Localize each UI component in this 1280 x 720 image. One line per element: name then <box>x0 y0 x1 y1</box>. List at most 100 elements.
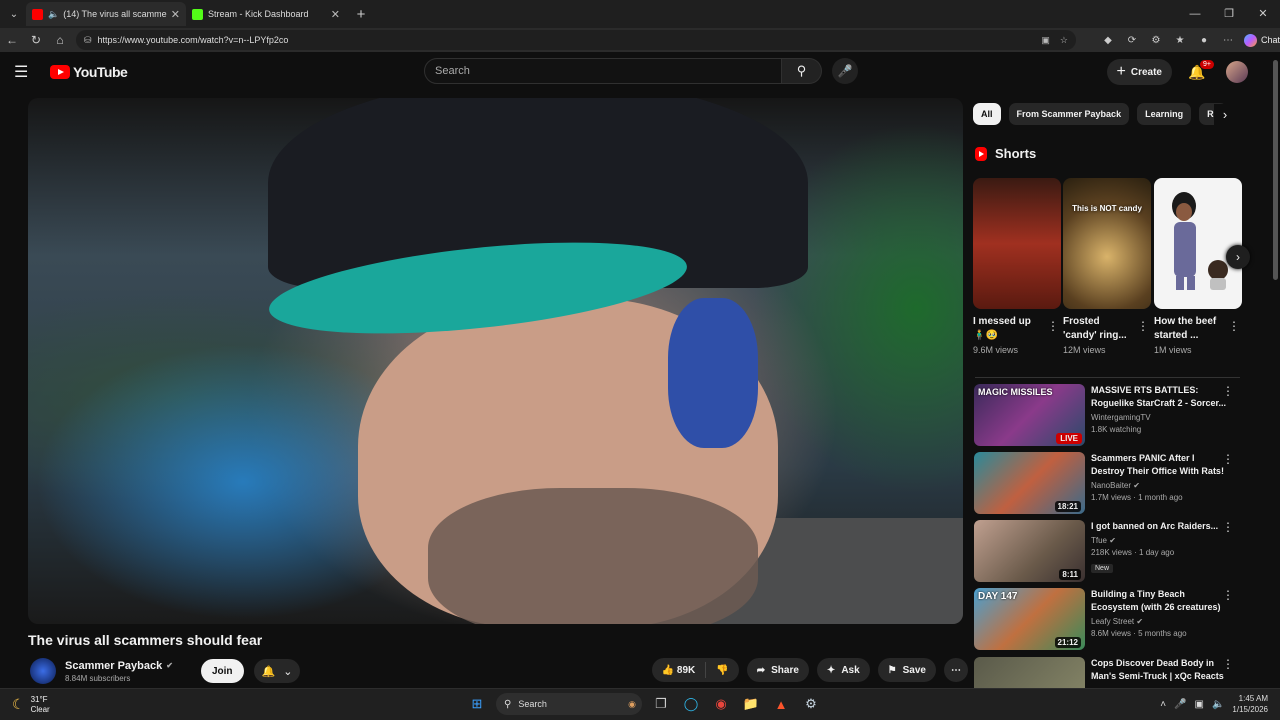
video-channel[interactable]: Leafy Street ✔ <box>1091 617 1227 626</box>
chevron-up-icon[interactable]: ˄ <box>1160 699 1166 710</box>
more-vert-icon[interactable]: ⋮ <box>1222 384 1234 398</box>
video-title[interactable]: Scammers PANIC After I Destroy Their Off… <box>1091 452 1227 478</box>
search-input[interactable]: Search <box>424 58 782 84</box>
short-thumbnail[interactable] <box>1154 178 1242 309</box>
microphone-icon[interactable]: 🎤 <box>1174 699 1186 710</box>
account-avatar[interactable] <box>1226 61 1248 83</box>
short-title[interactable]: How the beef started ... <box>1154 315 1224 343</box>
more-vert-icon[interactable]: ⋮ <box>1228 319 1240 333</box>
recommended-video[interactable]: 18:21 Scammers PANIC After I Destroy The… <box>974 452 1244 516</box>
more-vert-icon[interactable]: ⋮ <box>1222 657 1234 671</box>
more-vert-icon[interactable]: ⋮ <box>1047 319 1059 333</box>
video-title[interactable]: MASSIVE RTS BATTLES: Roguelike StarCraft… <box>1091 384 1227 410</box>
weather-widget[interactable]: ☾ 31°F Clear <box>12 695 50 715</box>
short-item[interactable]: How the beef started ... 1M views ⋮ <box>1154 178 1242 355</box>
url-field[interactable]: ⛁ https://www.youtube.com/watch?v=n--LPY… <box>76 30 1076 50</box>
clock[interactable]: 1:45 AM 1/15/2026 <box>1232 693 1268 715</box>
save-button[interactable]: ⚑ Save <box>877 658 936 682</box>
more-options-icon[interactable]: ⋯ <box>1216 35 1240 46</box>
brave-icon[interactable]: ▲ <box>770 693 792 715</box>
task-view-icon[interactable]: ❐ <box>650 693 672 715</box>
tab-title: (14) The virus all scammers sh <box>63 9 167 19</box>
file-explorer-icon[interactable]: 📁 <box>740 693 762 715</box>
video-channel[interactable]: WintergamingTV <box>1091 413 1227 422</box>
start-button[interactable]: ⊞ <box>466 693 488 715</box>
chips-next-button[interactable]: › <box>1214 104 1236 126</box>
restore-button[interactable]: ❐ <box>1212 0 1246 28</box>
favorites-icon[interactable]: ★ <box>1168 35 1192 46</box>
notifications-button[interactable]: 🔔 9+ <box>1188 59 1214 81</box>
dislike-button[interactable]: 👎 <box>716 665 728 676</box>
search-button[interactable]: ⚲ <box>782 58 822 84</box>
network-icon[interactable]: ▣ <box>1195 699 1204 710</box>
extension-icon[interactable]: ⟳ <box>1120 35 1144 46</box>
back-icon[interactable]: ← <box>0 33 24 47</box>
chrome-icon[interactable]: ◉ <box>710 693 732 715</box>
steam-icon[interactable]: ⚙ <box>800 693 822 715</box>
more-vert-icon[interactable]: ⋮ <box>1222 452 1234 466</box>
channel-name[interactable]: Scammer Payback <box>65 660 162 672</box>
close-tab-icon[interactable]: ✕ <box>331 8 340 21</box>
recommended-video[interactable]: 8:11 I got banned on Arc Raiders... Tfue… <box>974 520 1244 584</box>
share-button[interactable]: ➦ Share <box>746 658 809 682</box>
video-title[interactable]: Cops Discover Dead Body in Man's Semi-Tr… <box>1091 657 1227 683</box>
chip-all[interactable]: All <box>973 103 1001 125</box>
close-tab-icon[interactable]: ✕ <box>171 8 180 21</box>
recommended-video[interactable]: Cops Discover Dead Body in Man's Semi-Tr… <box>974 657 1244 688</box>
copilot-chat-button[interactable]: Chat <box>1243 33 1280 47</box>
more-vert-icon[interactable]: ⋮ <box>1222 520 1234 534</box>
profile-icon[interactable]: ● <box>1192 35 1216 46</box>
home-icon[interactable]: ⌂ <box>48 33 72 47</box>
menu-icon[interactable]: ☰ <box>14 62 44 82</box>
video-title[interactable]: I got banned on Arc Raiders... <box>1091 520 1227 533</box>
page-scrollbar[interactable] <box>1273 60 1278 280</box>
taskbar-search[interactable]: ⚲ Search ◉ <box>496 693 642 715</box>
tab-youtube[interactable]: 🔈 (14) The virus all scammers sh ✕ <box>26 2 186 26</box>
video-player[interactable] <box>28 98 963 624</box>
shorts-next-button[interactable]: › <box>1226 245 1250 269</box>
tab-kick[interactable]: Stream - Kick Dashboard ✕ <box>186 2 346 26</box>
minimize-button[interactable]: — <box>1178 0 1212 28</box>
chevron-right-icon: › <box>1236 250 1240 264</box>
speaker-icon[interactable]: 🔈 <box>48 9 59 20</box>
close-window-button[interactable]: ✕ <box>1246 0 1280 28</box>
video-channel[interactable]: Tfue ✔ <box>1091 536 1227 545</box>
short-item[interactable]: I messed up 🧍‍♂️🥹 9.6M views ⋮ <box>973 178 1061 355</box>
short-thumbnail[interactable] <box>973 178 1061 309</box>
create-button[interactable]: + Create <box>1106 59 1172 85</box>
tab-actions-icon[interactable]: ⌄ <box>2 2 26 26</box>
subscription-bell-button[interactable]: 🔔 ⌄ <box>253 659 301 683</box>
extensions-icon[interactable]: ⚙ <box>1144 35 1168 46</box>
chip-from-channel[interactable]: From Scammer Payback <box>1008 103 1130 125</box>
extension-icon[interactable]: ◆ <box>1096 35 1120 46</box>
recommended-video[interactable]: DAY 147 21:12 Building a Tiny Beach Ecos… <box>974 588 1244 652</box>
site-info-icon[interactable]: ⛁ <box>84 35 92 46</box>
youtube-logo[interactable]: YouTube <box>50 64 128 80</box>
refresh-icon[interactable]: ↻ <box>24 33 48 47</box>
ask-button[interactable]: ✦ Ask <box>816 658 870 682</box>
video-duration: 8:11 <box>1059 569 1081 580</box>
short-title[interactable]: Frosted 'candy' ring... <box>1063 315 1133 343</box>
subscriber-count: 8.84M subscribers <box>65 673 131 683</box>
more-vert-icon[interactable]: ⋮ <box>1222 588 1234 602</box>
channel-avatar[interactable] <box>30 658 56 684</box>
new-tab-button[interactable]: + <box>350 6 372 23</box>
more-vert-icon[interactable]: ⋮ <box>1137 319 1149 333</box>
join-button[interactable]: Join <box>200 659 244 683</box>
more-actions-button[interactable]: ⋯ <box>944 658 968 682</box>
edge-icon[interactable]: ◯ <box>680 693 702 715</box>
like-button[interactable]: 👍 89K <box>662 665 696 676</box>
short-thumbnail[interactable]: This is NOT candy <box>1063 178 1151 309</box>
voice-search-button[interactable]: 🎤 <box>832 58 858 84</box>
video-channel[interactable]: NanoBaiter ✔ <box>1091 481 1227 490</box>
short-title[interactable]: I messed up 🧍‍♂️🥹 <box>973 315 1043 343</box>
favorite-star-icon[interactable]: ☆ <box>1060 35 1068 46</box>
video-meta: 8.6M views · 5 months ago <box>1091 629 1187 638</box>
volume-icon[interactable]: 🔈 <box>1212 699 1224 710</box>
recommended-video[interactable]: MAGIC MISSILES LIVE MASSIVE RTS BATTLES:… <box>974 384 1244 448</box>
video-thumbnail[interactable] <box>974 657 1085 688</box>
chip-learning[interactable]: Learning <box>1137 103 1192 125</box>
short-item[interactable]: This is NOT candy Frosted 'candy' ring..… <box>1063 178 1151 355</box>
app-available-icon[interactable]: ▣ <box>1041 35 1050 46</box>
video-title[interactable]: Building a Tiny Beach Ecosystem (with 26… <box>1091 588 1227 614</box>
